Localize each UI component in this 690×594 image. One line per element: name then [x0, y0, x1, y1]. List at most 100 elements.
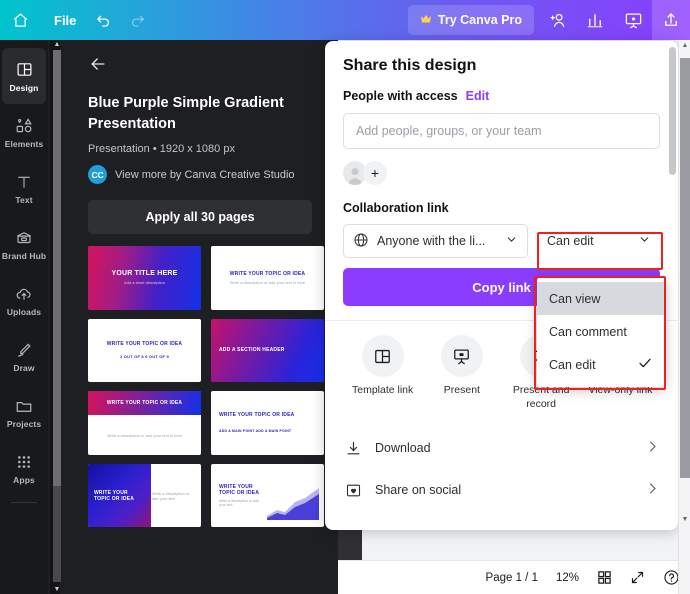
brand-hub-icon: [15, 228, 33, 248]
sidebar-label-draw: Draw: [13, 362, 35, 373]
thumb-title: WRITE YOUR TOPIC OR IDEA: [106, 341, 183, 348]
add-people-input[interactable]: Add people, groups, or your team: [343, 113, 660, 149]
present-screen-icon: [440, 335, 483, 377]
menu-item-label: Share on social: [375, 483, 462, 498]
audience-value: Anyone with the li...: [377, 234, 486, 248]
thumb-title: WRITE YOUR TOPIC OR IDEA: [94, 489, 135, 502]
sidebar-label-apps: Apps: [13, 474, 35, 485]
present-icon[interactable]: [614, 0, 652, 40]
template-thumbnail[interactable]: YOUR TITLE HERE Add a short description: [88, 246, 201, 310]
template-thumbnail[interactable]: WRITE YOUR TOPIC OR IDEA 2 OUT OF 8 9 OU…: [88, 318, 201, 383]
thumb-band: WRITE YOUR TOPIC OR IDEA: [88, 391, 201, 416]
thumb-title: WRITE YOUR TOPIC OR IDEA: [229, 270, 306, 277]
grid-dots-icon: [16, 452, 32, 472]
grid-view-icon[interactable]: [597, 570, 612, 585]
menu-item-download[interactable]: Download: [343, 427, 660, 469]
globe-icon: [353, 232, 369, 251]
social-heart-icon: [343, 482, 363, 499]
thumb-title: YOUR TITLE HERE: [111, 270, 178, 278]
permission-select-highlight: [537, 232, 663, 270]
page-indicator[interactable]: Page 1 / 1: [486, 572, 538, 584]
share-dialog-title: Share this design: [343, 57, 477, 74]
pencil-icon: [15, 340, 33, 360]
window-scrollbar[interactable]: ▲ ▼: [678, 40, 690, 594]
text-t-icon: [16, 172, 32, 192]
sidebar-label-elements: Elements: [4, 138, 44, 149]
zoom-level[interactable]: 12%: [556, 572, 579, 584]
action-template-link[interactable]: Template link: [343, 335, 422, 411]
scroll-down-arrow-icon[interactable]: ▼: [53, 585, 61, 594]
sidebar-divider: [11, 502, 37, 503]
apply-all-pages-button[interactable]: Apply all 30 pages: [88, 200, 312, 235]
people-with-access-row: People with access Edit: [343, 89, 660, 103]
sidebar-item-brand-hub[interactable]: Brand Hub: [0, 216, 48, 272]
sidebar-item-design[interactable]: Design: [2, 48, 46, 104]
sidebar-label-text: Text: [15, 194, 33, 205]
action-present[interactable]: Present: [422, 335, 501, 411]
sidebar-item-draw[interactable]: Draw: [0, 328, 48, 384]
file-menu-button[interactable]: File: [44, 6, 86, 34]
sidebar-item-projects[interactable]: Projects: [0, 384, 48, 440]
collaboration-link-label: Collaboration link: [343, 201, 449, 215]
template-scrollbar-thumb-lower[interactable]: [53, 486, 61, 582]
add-person-avatar-button[interactable]: +: [363, 161, 387, 185]
action-label: Template link: [351, 384, 414, 396]
redo-icon[interactable]: [120, 0, 154, 40]
scroll-up-arrow-icon[interactable]: ▲: [53, 40, 61, 49]
audience-select[interactable]: Anyone with the li...: [343, 224, 528, 258]
add-person-icon[interactable]: [538, 0, 576, 40]
edit-access-link[interactable]: Edit: [466, 89, 490, 103]
share-panel-scrollbar-thumb[interactable]: [669, 47, 676, 175]
dropdown-highlight: [534, 276, 666, 390]
expand-icon[interactable]: [630, 570, 645, 585]
template-thumbnail[interactable]: WRITE YOUR TOPIC OR IDEA Write a descrip…: [211, 246, 324, 310]
undo-icon[interactable]: [86, 0, 120, 40]
window-scroll-up-icon[interactable]: ▲: [679, 42, 690, 49]
try-canva-pro-button[interactable]: Try Canva Pro: [407, 5, 534, 35]
template-thumbnail[interactable]: ADD A SECTION HEADER: [211, 318, 324, 383]
template-content: Blue Purple Simple Gradient Presentation…: [62, 40, 338, 594]
crown-icon: [420, 14, 432, 26]
avatar-list: +: [343, 161, 660, 185]
window-scroll-down-icon[interactable]: ▼: [679, 516, 690, 523]
share-upload-icon[interactable]: [652, 0, 690, 40]
template-author[interactable]: CC View more by Canva Creative Studio: [88, 165, 312, 185]
home-icon[interactable]: [0, 0, 40, 40]
thumb-sub: 2 OUT OF 8 9 OUT OF 9: [120, 354, 169, 360]
thumb-sub: Write a description or add your text: [219, 499, 259, 507]
template-thumbnail[interactable]: WRITE YOUR TOPIC OR IDEA Write a descrip…: [88, 391, 201, 455]
template-thumbnail[interactable]: WRITE YOUR TOPIC OR IDEA ADD A MAIN POIN…: [211, 391, 324, 455]
bar-chart-icon[interactable]: [576, 0, 614, 40]
window-scrollbar-thumb[interactable]: [680, 58, 690, 478]
action-label: Present: [443, 384, 480, 396]
template-meta: Presentation • 1920 x 1080 px: [88, 143, 235, 156]
template-scrollbar-track[interactable]: ▲ ▼: [50, 40, 61, 594]
thumb-title: WRITE YOUR TOPIC OR IDEA: [106, 400, 183, 407]
template-thumbnail[interactable]: WRITE YOUR TOPIC OR IDEA Write a descrip…: [211, 463, 324, 528]
template-thumbnail-grid: YOUR TITLE HERE Add a short description …: [88, 246, 324, 528]
template-link-icon: [361, 335, 404, 377]
thumb-title: ADD A SECTION HEADER: [219, 347, 285, 354]
template-thumbnail[interactable]: WRITE YOUR TOPIC OR IDEA Write a descrip…: [88, 463, 201, 528]
try-canva-pro-label: Try Canva Pro: [437, 13, 522, 27]
chevron-right-icon: [645, 439, 660, 457]
sidebar-item-apps[interactable]: Apps: [0, 440, 48, 496]
template-scrollbar-thumb[interactable]: [53, 50, 61, 486]
thumb-sub: ADD A MAIN POINT ADD A MAIN POINT: [219, 429, 292, 434]
sidebar-item-uploads[interactable]: Uploads: [0, 272, 48, 328]
status-bar: Page 1 / 1 12%: [338, 560, 690, 594]
sidebar-label-design: Design: [9, 82, 39, 93]
thumb-sub: Write a description or add your text: [151, 490, 190, 501]
back-arrow-icon[interactable]: [88, 54, 110, 79]
share-panel-scrollbar[interactable]: [669, 47, 676, 517]
sidebar-label-uploads: Uploads: [6, 306, 42, 317]
share-menu-list: Download Share on social: [343, 427, 660, 511]
menu-item-share-on-social[interactable]: Share on social: [343, 469, 660, 511]
top-toolbar: File Try Canva Pro: [0, 0, 690, 40]
template-title: Blue Purple Simple Gradient Presentation: [88, 95, 284, 133]
sidebar-item-text[interactable]: Text: [0, 160, 48, 216]
sidebar-label-projects: Projects: [6, 418, 42, 429]
folder-icon: [15, 396, 33, 416]
sidebar-item-elements[interactable]: Elements: [0, 104, 48, 160]
sidebar-label-brand-hub: Brand Hub: [1, 250, 47, 261]
